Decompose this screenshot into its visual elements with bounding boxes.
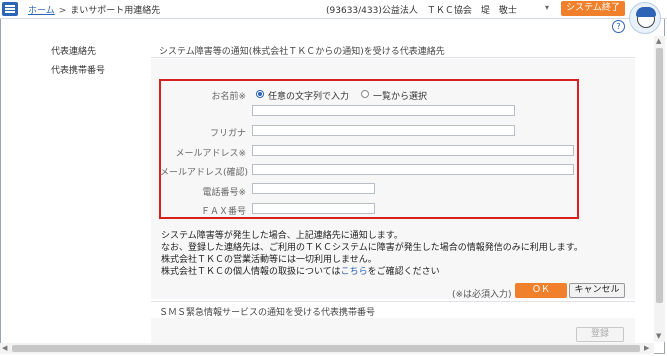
left-label-rep-contact[interactable]: 代表連絡先 xyxy=(51,44,96,57)
furigana-input[interactable] xyxy=(252,125,515,136)
ok-button[interactable]: ＯＫ xyxy=(515,283,567,298)
radio-free-text-label[interactable]: 任意の文字列で入力 xyxy=(268,89,349,102)
email-input[interactable] xyxy=(252,145,574,156)
avatar-icon[interactable] xyxy=(629,2,661,34)
left-label-rep-mobile[interactable]: 代表携帯番号 xyxy=(51,63,105,76)
radio-select-list[interactable] xyxy=(361,90,369,98)
horizontal-scroll-thumb[interactable] xyxy=(12,345,640,352)
scroll-right-icon[interactable]: ▶ xyxy=(644,344,649,352)
cancel-button[interactable]: キャンセル xyxy=(569,283,625,298)
vertical-scrollbar[interactable]: ▲ ▼ xyxy=(654,36,665,342)
menu-icon[interactable] xyxy=(2,2,18,16)
note-line-4-prefix: 株式会社ＴＫＣの個人情報の取扱については xyxy=(161,267,341,277)
scroll-up-icon[interactable]: ▲ xyxy=(656,37,661,45)
section-divider xyxy=(151,57,635,58)
user-info: (93633/433)公益法人 ＴＫＣ協会 堤 敬士 xyxy=(326,6,517,16)
top-bar: ホーム > まいサポート用連絡先 (93633/433)公益法人 ＴＫＣ協会 堤 敬… xyxy=(0,0,667,19)
horizontal-scrollbar[interactable]: ◀ ▶ xyxy=(0,343,654,354)
help-icon[interactable]: ? xyxy=(612,20,625,33)
note-line-4-suffix: をご確認ください xyxy=(367,267,440,277)
scroll-left-icon[interactable]: ◀ xyxy=(2,344,7,352)
system-exit-button[interactable]: システム終了 xyxy=(561,1,625,16)
breadcrumb: ホーム > まいサポート用連絡先 xyxy=(28,3,160,16)
note-line-4: 株式会社ＴＫＣの個人情報の取扱についてはこちらをご確認ください xyxy=(161,264,440,277)
section-divider-2 xyxy=(151,301,635,302)
section-title-contact: システム障害等の通知(株式会社ＴＫＣからの通知)を受ける代表連絡先 xyxy=(159,47,445,57)
home-link[interactable]: ホーム xyxy=(28,6,55,16)
email-label: メールアドレス※ xyxy=(175,149,246,159)
breadcrumb-separator: > xyxy=(58,6,67,16)
furigana-label: フリガナ xyxy=(209,129,246,139)
register-button[interactable]: 登録 xyxy=(576,327,624,342)
radio-select-list-label[interactable]: 一覧から選択 xyxy=(373,89,427,102)
scroll-down-icon[interactable]: ▼ xyxy=(656,332,661,340)
phone-label: 電話番号※ xyxy=(202,188,246,198)
chevron-down-icon[interactable]: ▾ xyxy=(545,3,549,12)
phone-input[interactable] xyxy=(252,183,375,194)
vertical-scroll-thumb[interactable] xyxy=(656,48,663,303)
email-confirm-input[interactable] xyxy=(252,164,574,175)
privacy-link[interactable]: こちら xyxy=(341,267,368,277)
name-input[interactable] xyxy=(252,105,515,116)
fax-label: ＦＡＸ番号 xyxy=(200,207,246,217)
section-title-sms: ＳＭＳ緊急情報サービスの通知を受ける代表携帯番号 xyxy=(159,308,376,318)
fax-input[interactable] xyxy=(252,203,375,214)
radio-free-text[interactable] xyxy=(256,90,264,98)
email-confirm-label: メールアドレス(確認) xyxy=(160,168,249,178)
name-label: お名前※ xyxy=(211,92,246,102)
page-title: まいサポート用連絡先 xyxy=(70,6,161,16)
required-note: (※は必須入力) xyxy=(452,290,512,300)
